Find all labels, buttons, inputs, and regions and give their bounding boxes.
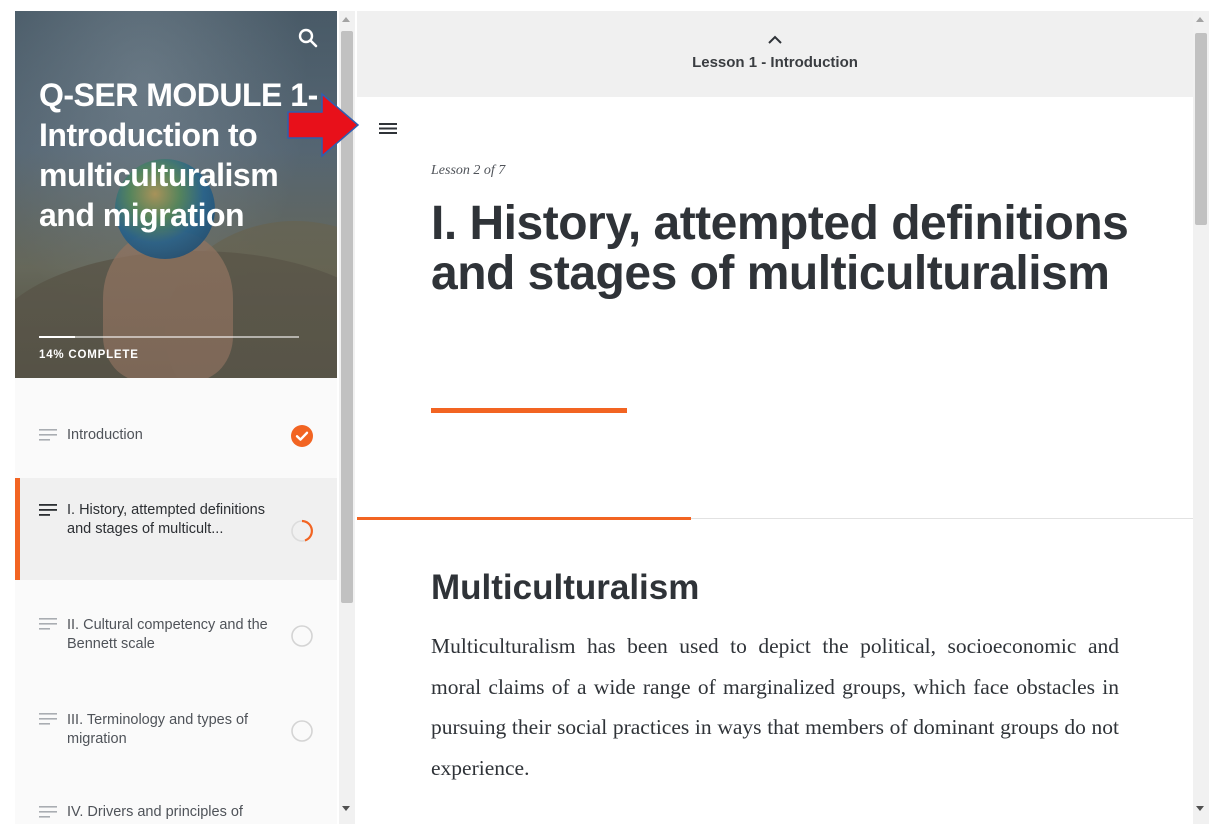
course-progress-bar <box>39 336 299 338</box>
course-hero: Q-SER MODULE 1- Introduction to multicul… <box>15 11 337 378</box>
lesson-item-history[interactable]: I. History, attempted definitions and st… <box>15 478 337 580</box>
lesson-content: Lesson 1 - Introduction Lesson 2 of 7 I.… <box>357 11 1193 824</box>
section-paragraph: Multiculturalism has been used to depict… <box>431 634 1119 780</box>
search-icon <box>298 28 318 48</box>
lesson-item-label: IV. Drivers and principles of <box>67 804 243 820</box>
title-accent-line <box>431 408 627 413</box>
lesson-lines-icon <box>39 713 57 725</box>
section-progress-indicator <box>357 517 691 520</box>
check-circle-icon <box>291 425 313 447</box>
annotation-arrow-icon <box>287 92 360 158</box>
lesson-item-label: Introduction <box>67 427 143 443</box>
lesson-item-label: II. Cultural competency and the Bennett … <box>67 617 268 652</box>
scroll-down-arrow-icon[interactable] <box>1196 806 1204 811</box>
empty-circle-icon <box>291 720 313 742</box>
sidebar-toggle-button[interactable] <box>377 119 399 137</box>
course-progress-label: 14% COMPLETE <box>39 349 139 361</box>
lesson-lines-icon <box>39 429 57 441</box>
previous-lesson-button[interactable]: Lesson 1 - Introduction <box>357 11 1193 97</box>
content-scrollbar-thumb[interactable] <box>1195 33 1207 225</box>
search-button[interactable] <box>295 25 321 51</box>
lesson-lines-icon <box>39 504 57 516</box>
lesson-lines-icon <box>39 618 57 630</box>
empty-circle-icon <box>291 625 313 647</box>
section-heading: Multiculturalism <box>431 568 700 607</box>
hamburger-menu-icon <box>379 123 397 134</box>
active-lesson-indicator <box>15 478 20 580</box>
lesson-item-label: I. History, attempted definitions and st… <box>67 502 265 537</box>
previous-lesson-label: Lesson 1 - Introduction <box>692 54 858 71</box>
scroll-up-arrow-icon[interactable] <box>1196 17 1204 22</box>
lesson-item-label: III. Terminology and types of migration <box>67 712 249 747</box>
course-progress-fill <box>39 336 76 338</box>
progress-circle-icon <box>291 519 313 542</box>
course-title: Q-SER MODULE 1- Introduction to multicul… <box>39 77 318 233</box>
scroll-down-arrow-icon[interactable] <box>342 806 350 811</box>
lesson-item-drivers[interactable]: IV. Drivers and principles of <box>15 772 337 824</box>
chevron-up-icon <box>768 35 782 44</box>
lesson-item-introduction[interactable]: Introduction <box>15 378 337 478</box>
lesson-counter: Lesson 2 of 7 <box>431 163 506 178</box>
lesson-lines-icon <box>39 806 57 818</box>
scroll-up-arrow-icon[interactable] <box>342 17 350 22</box>
lesson-item-terminology[interactable]: III. Terminology and types of migration <box>15 676 337 772</box>
lesson-list: Introduction I. History, attempted defin… <box>15 378 337 824</box>
lesson-item-cultural-competency[interactable]: II. Cultural competency and the Bennett … <box>15 580 337 676</box>
content-scrollbar[interactable] <box>1193 11 1209 824</box>
lesson-title: I. History, attempted definitions and st… <box>431 197 1129 300</box>
